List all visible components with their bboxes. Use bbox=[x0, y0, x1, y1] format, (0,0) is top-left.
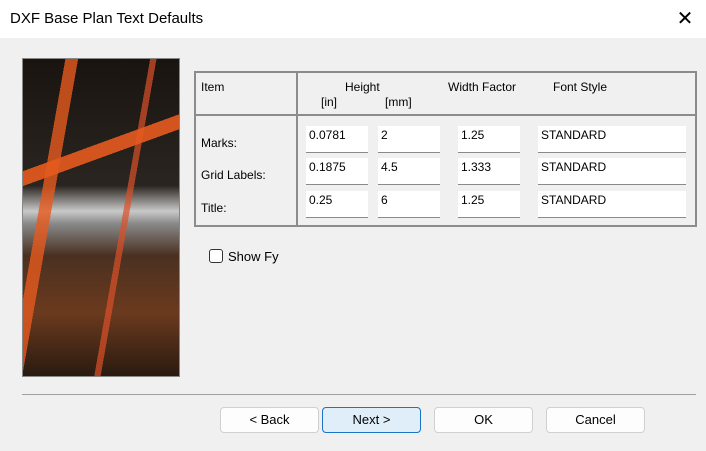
title-height-mm-input[interactable] bbox=[378, 191, 440, 218]
title-height-in-input[interactable] bbox=[306, 191, 368, 218]
header-item: Item bbox=[201, 80, 225, 94]
header-mm: [mm] bbox=[385, 95, 412, 109]
window-title: DXF Base Plan Text Defaults bbox=[10, 10, 204, 27]
marks-height-mm-input[interactable] bbox=[378, 126, 440, 153]
title-font-style-input[interactable] bbox=[538, 191, 686, 218]
grid-labels-width-factor-input[interactable] bbox=[458, 158, 520, 185]
header-divider bbox=[194, 114, 697, 116]
column-divider bbox=[296, 71, 298, 227]
next-button[interactable]: Next > bbox=[322, 407, 421, 433]
cancel-button[interactable]: Cancel bbox=[546, 407, 645, 433]
show-fy-checkbox[interactable] bbox=[209, 249, 223, 263]
header-in: [in] bbox=[321, 95, 338, 109]
header-font-style: Font Style bbox=[553, 80, 608, 94]
grid-labels-height-in-input[interactable] bbox=[306, 158, 368, 185]
marks-height-in-input[interactable] bbox=[306, 126, 368, 153]
grid-labels-height-mm-input[interactable] bbox=[378, 158, 440, 185]
marks-width-factor-input[interactable] bbox=[458, 126, 520, 153]
row-label-marks: Marks: bbox=[201, 136, 237, 150]
row-label-grid-labels: Grid Labels: bbox=[201, 168, 266, 182]
header-width-factor: Width Factor bbox=[448, 80, 517, 94]
wizard-image bbox=[22, 58, 180, 377]
show-fy-label[interactable]: Show Fy bbox=[228, 249, 279, 264]
row-label-title: Title: bbox=[201, 201, 227, 215]
header-height: Height bbox=[345, 80, 380, 94]
separator bbox=[22, 394, 696, 395]
back-button[interactable]: < Back bbox=[220, 407, 319, 433]
close-icon[interactable]: ✕ bbox=[674, 6, 696, 32]
grid-labels-font-style-input[interactable] bbox=[538, 158, 686, 185]
title-width-factor-input[interactable] bbox=[458, 191, 520, 218]
marks-font-style-input[interactable] bbox=[538, 126, 686, 153]
ok-button[interactable]: OK bbox=[434, 407, 533, 433]
